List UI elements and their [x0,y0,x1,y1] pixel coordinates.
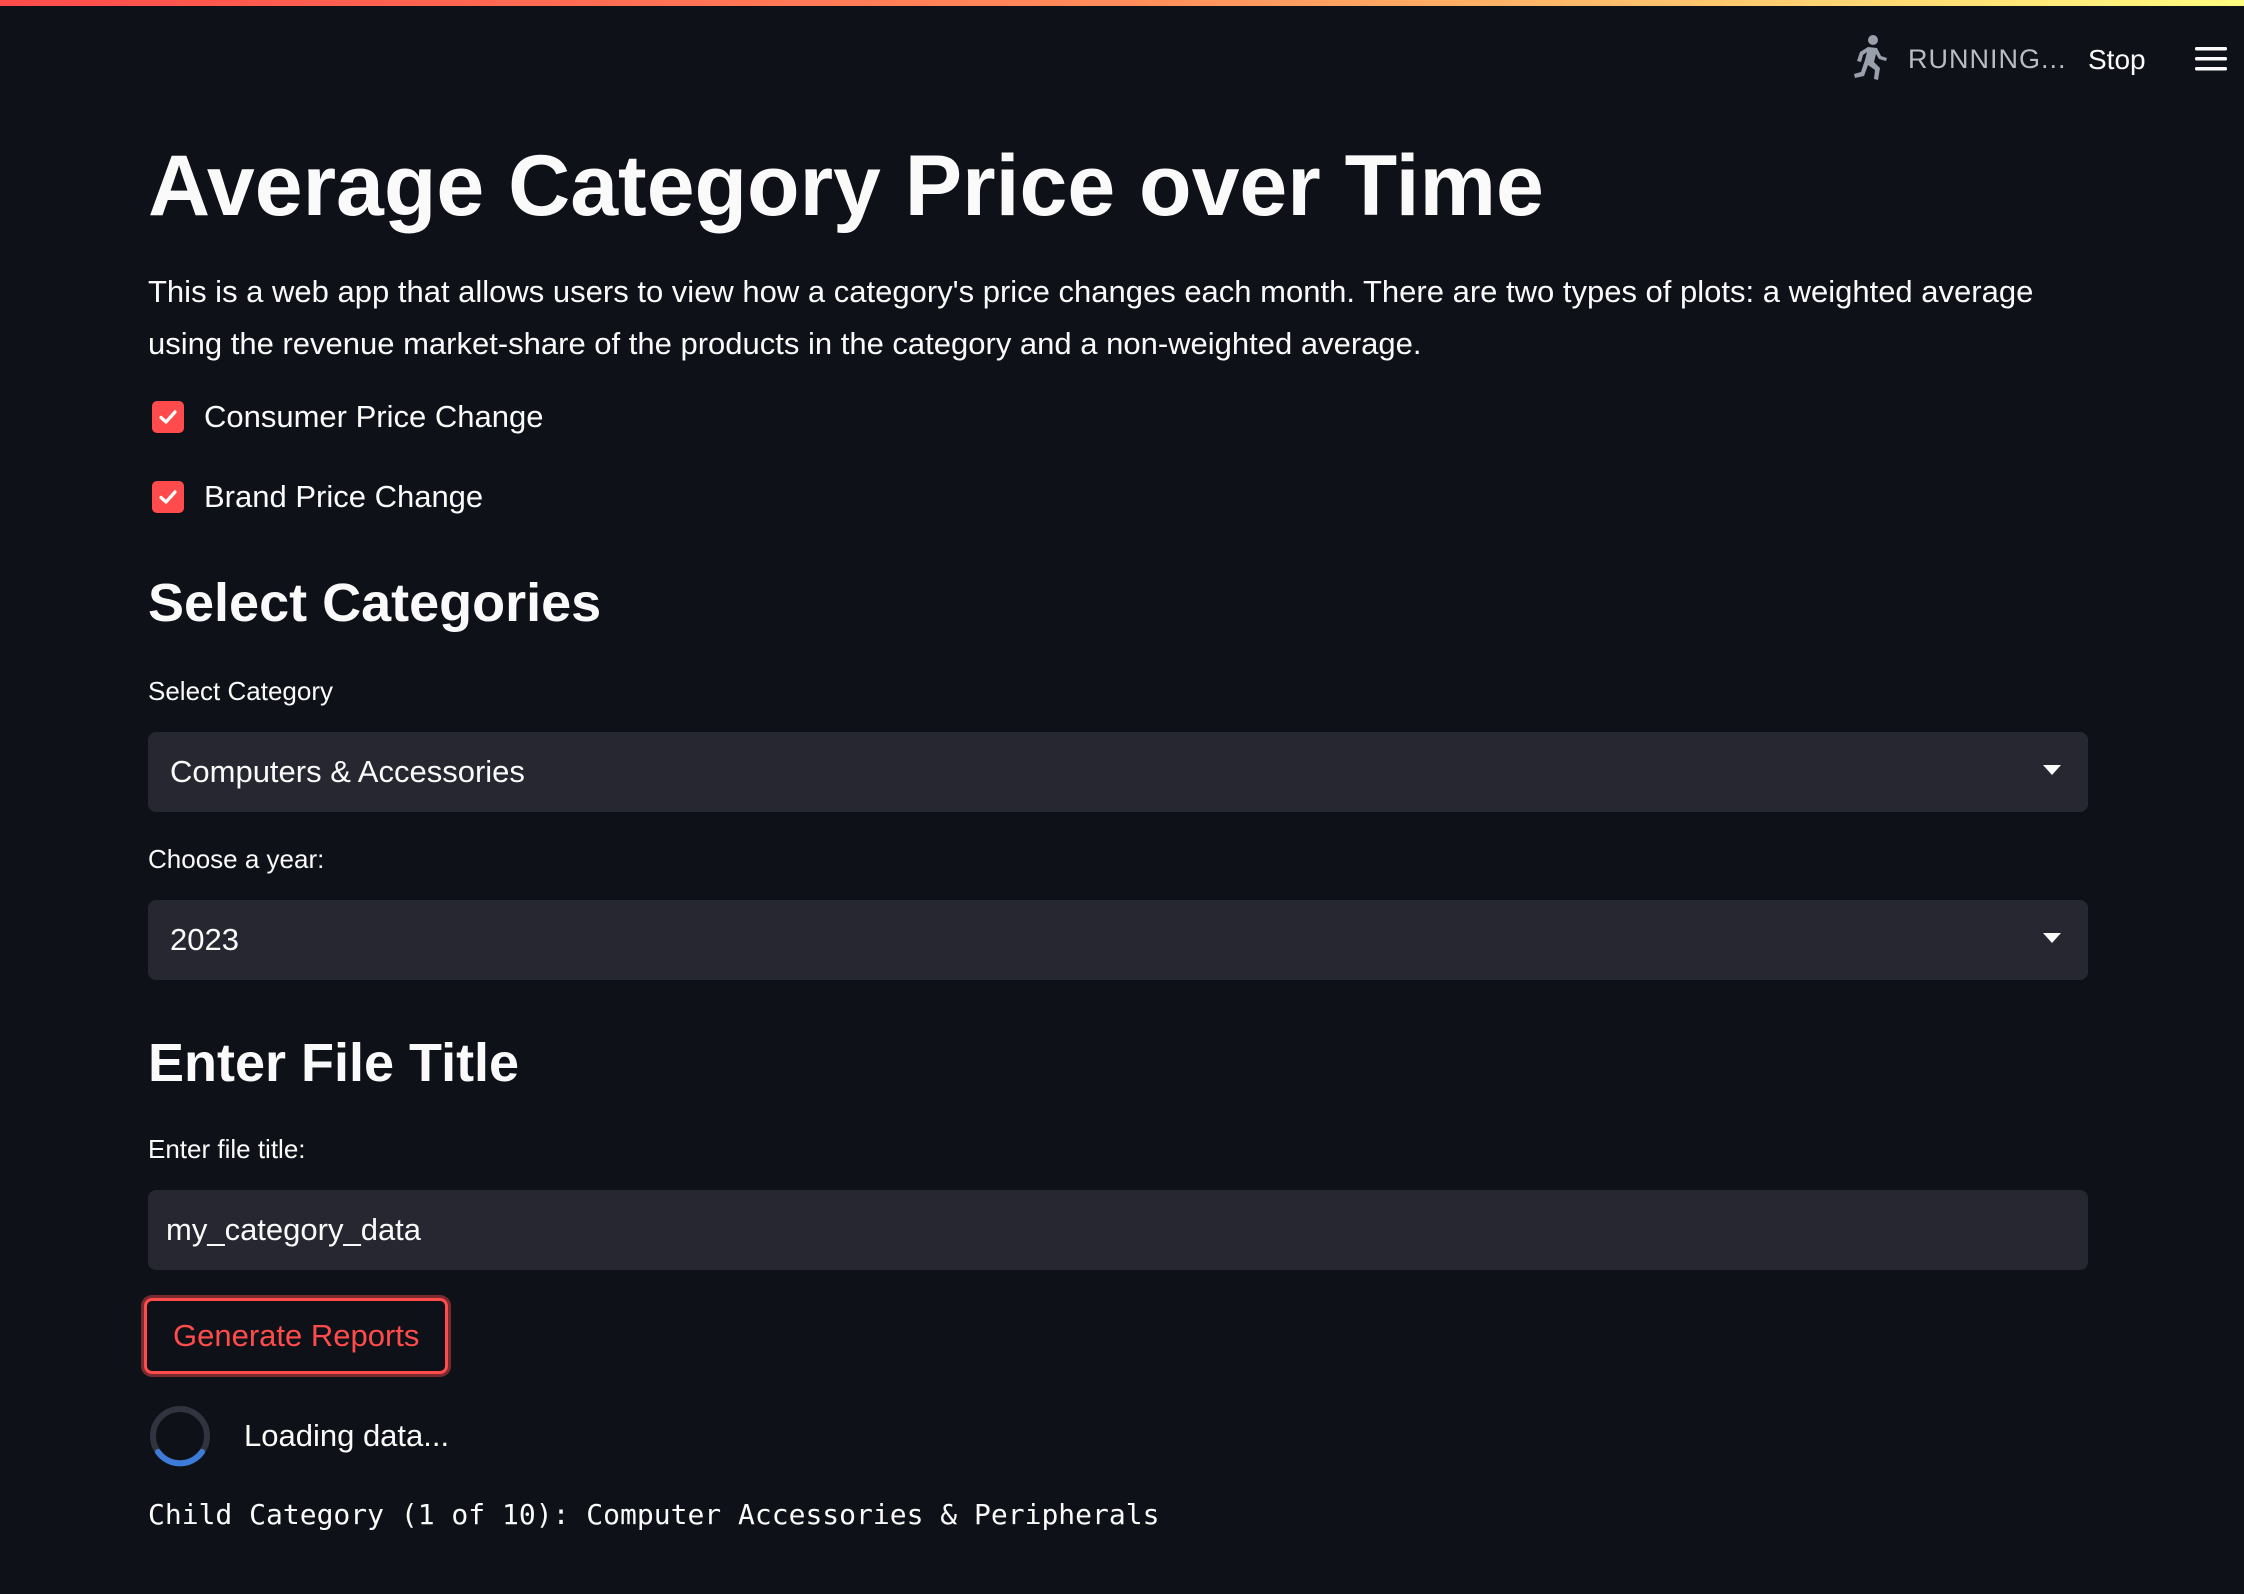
intro-text: This is a web app that allows users to v… [148,274,2034,361]
select-category-label: Select Category [148,676,333,706]
category-select[interactable]: Computers & Accessories [148,732,2088,812]
category-select-value: Computers & Accessories [170,754,525,789]
child-category-status: Child Category (1 of 10): Computer Acces… [148,1498,1160,1531]
spinner-icon [148,1404,212,1468]
brand-price-change-checkbox[interactable]: Brand Price Change [148,470,2088,524]
year-select-value: 2023 [170,922,239,957]
section-heading-file-title: Enter File Title [148,1033,520,1093]
consumer-price-change-checkbox[interactable]: Consumer Price Change [148,390,2088,444]
file-title-label: Enter file title: [148,1134,306,1164]
chevron-down-icon[interactable] [2042,763,2062,781]
checkbox-checked-icon[interactable] [152,481,184,513]
loading-text: Loading data... [244,1418,450,1453]
run-status: RUNNING... [1848,34,2067,84]
hamburger-menu-icon[interactable] [2186,36,2236,82]
year-select-label: Choose a year: [148,844,325,874]
checkbox-label: Brand Price Change [204,479,484,514]
app-header: RUNNING... Stop [0,6,2244,96]
page-title: Average Category Price over Time [148,138,1544,234]
stop-button[interactable]: Stop [2068,38,2166,82]
loading-indicator: Loading data... [148,1404,2088,1468]
year-select[interactable]: 2023 [148,900,2088,980]
chevron-down-icon[interactable] [2042,931,2062,949]
running-man-icon [1848,34,1890,84]
section-heading-select-categories: Select Categories [148,573,602,633]
file-title-input[interactable] [148,1190,2088,1270]
checkbox-label: Consumer Price Change [204,399,544,434]
main-content: Average Category Price over Time This is… [144,96,2088,1531]
status-text: RUNNING... [1908,43,2067,74]
generate-reports-button[interactable]: Generate Reports [144,1298,449,1374]
checkbox-checked-icon[interactable] [152,401,184,433]
